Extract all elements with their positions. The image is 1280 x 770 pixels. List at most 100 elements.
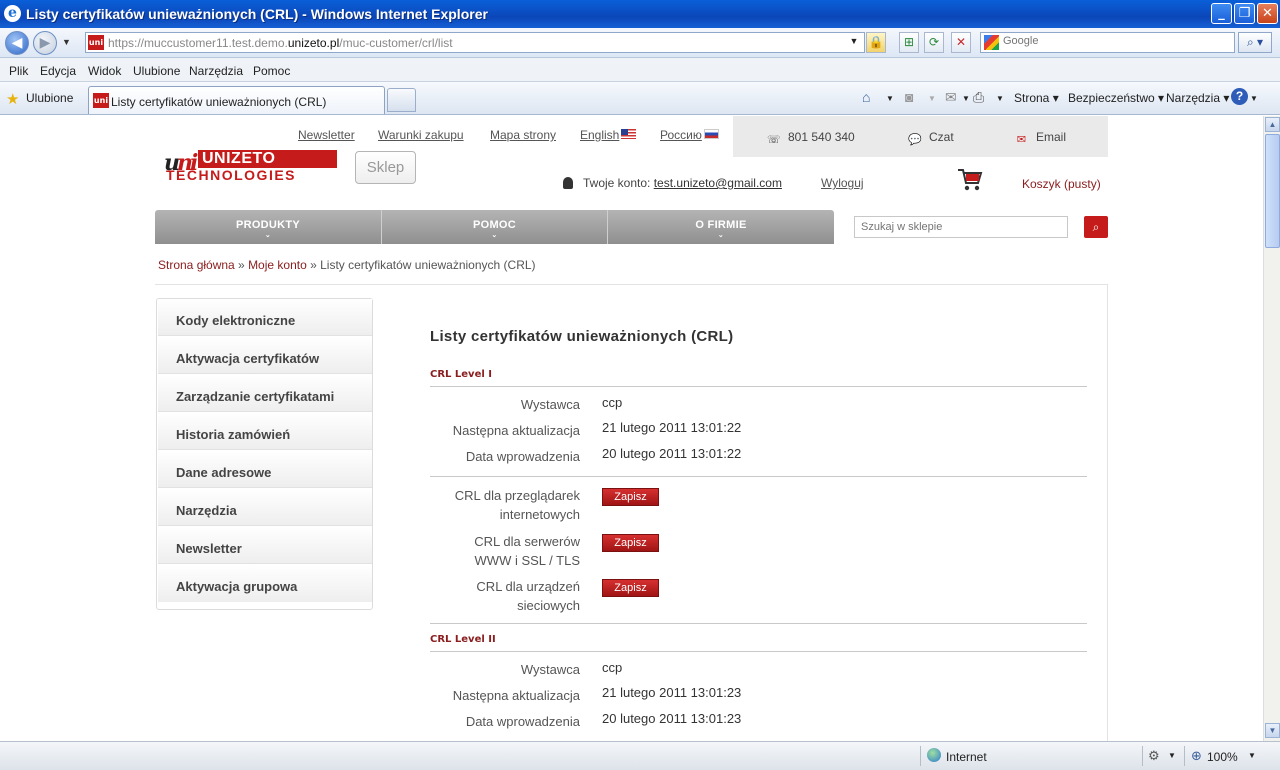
address-field[interactable]: uni https://muccustomer11.test.demo.uniz… (85, 32, 865, 53)
shop-search-button[interactable]: ⌕ (1084, 216, 1108, 238)
sidebar-item-certificate-management[interactable]: Zarządzanie certyfikatami (158, 375, 372, 412)
english-link[interactable]: English (580, 128, 637, 142)
save-crl-browsers-button[interactable]: Zapisz (602, 488, 659, 506)
menu-view[interactable]: Widok (88, 64, 121, 78)
browser-tab[interactable]: uni Listy certyfikatów unieważnionych (C… (88, 86, 385, 114)
status-divider (1184, 746, 1185, 766)
issued-value: 20 lutego 2011 13:01:23 (602, 711, 742, 726)
sitemap-link[interactable]: Mapa strony (490, 128, 556, 142)
print-icon[interactable]: ⎙ (973, 89, 984, 106)
page-menu[interactable]: Strona ▾ (1014, 91, 1059, 105)
menu-help[interactable]: Pomoc (253, 64, 290, 78)
mail-icon[interactable]: ✉ (945, 89, 957, 106)
menu-edit[interactable]: Edycja (40, 64, 76, 78)
shop-search-input[interactable] (854, 216, 1068, 238)
account-info: Twoje konto: test.unizeto@gmail.com (563, 176, 782, 190)
account-email-link[interactable]: test.unizeto@gmail.com (654, 176, 782, 190)
zoom-dropdown-icon[interactable]: ▼ (1248, 751, 1256, 760)
maximize-button[interactable]: ❐ (1234, 3, 1255, 24)
logout-link[interactable]: Wyloguj (821, 176, 864, 190)
protected-mode-icon[interactable]: ⚙ (1148, 748, 1160, 764)
back-button[interactable]: ◀ (5, 31, 29, 55)
sidebar-item-group-activation[interactable]: Aktywacja grupowa (158, 565, 372, 602)
shop-badge[interactable]: Sklep (355, 151, 416, 184)
home-dropdown-icon[interactable]: ▼ (886, 94, 894, 103)
crl-browsers-label: CRL dla przeglądarek internetowych (454, 488, 580, 522)
rss-feed-icon[interactable]: ◙ (905, 89, 913, 105)
russian-link[interactable]: Россию (660, 128, 719, 142)
history-dropdown-icon[interactable]: ▼ (62, 37, 71, 47)
web-search-button[interactable]: ⌕ ▾ (1238, 32, 1272, 53)
help-dropdown-icon[interactable]: ▼ (1250, 94, 1258, 103)
sidebar-item-electronic-codes[interactable]: Kody elektroniczne (158, 299, 372, 336)
menu-file[interactable]: Plik (9, 64, 28, 78)
print-dropdown-icon[interactable]: ▼ (996, 94, 1004, 103)
menu-bar: Plik Edycja Widok Ulubione Narzędzia Pom… (0, 58, 1280, 82)
menu-favorites[interactable]: Ulubione (133, 64, 180, 78)
issued-label: Data wprowadzenia (465, 449, 580, 464)
breadcrumb-home[interactable]: Strona główna (158, 258, 235, 272)
sidebar-item-order-history[interactable]: Historia zamówień (158, 413, 372, 450)
vertical-scrollbar[interactable]: ▲ ▼ (1263, 116, 1280, 741)
zoom-icon[interactable]: ⊕ (1191, 748, 1202, 764)
favorites-star-icon[interactable]: ★ (6, 90, 19, 108)
chat-icon: 💬 (908, 134, 922, 146)
help-icon[interactable]: ? (1231, 88, 1248, 105)
address-url: https://muccustomer11.test.demo.unizeto.… (108, 36, 453, 50)
protected-dropdown-icon[interactable]: ▼ (1168, 751, 1176, 760)
breadcrumb-current: Listy certyfikatów unieważnionych (CRL) (320, 258, 536, 272)
new-tab-button[interactable] (387, 88, 416, 112)
save-crl-devices-button[interactable]: Zapisz (602, 579, 659, 597)
breadcrumb-account[interactable]: Moje konto (248, 258, 307, 272)
menu-tools[interactable]: Narzędzia (189, 64, 243, 78)
web-search-field[interactable] (980, 32, 1235, 53)
home-icon[interactable]: ⌂ (862, 89, 870, 105)
tools-menu[interactable]: Narzędzia ▾ (1166, 91, 1229, 105)
web-search-input[interactable] (1003, 35, 1223, 47)
feed-dropdown-icon[interactable]: ▼ (928, 94, 936, 103)
scroll-down-icon[interactable]: ▼ (1265, 723, 1280, 738)
phone-icon: ☏ (767, 134, 781, 146)
save-crl-servers-button[interactable]: Zapisz (602, 534, 659, 552)
scroll-up-icon[interactable]: ▲ (1265, 117, 1280, 132)
chat-contact[interactable]: 💬 Czat (908, 130, 954, 146)
sidebar-item-tools[interactable]: Narzędzia (158, 489, 372, 526)
nav-products[interactable]: PRODUKTY ⌄ (155, 210, 381, 244)
sidebar-item-certificate-activation[interactable]: Aktywacja certyfikatów (158, 337, 372, 374)
stop-icon[interactable]: ✕ (951, 32, 971, 53)
ssl-lock-icon[interactable]: 🔒 (866, 32, 886, 53)
crl-level-2-title: CRL Level II (430, 634, 496, 645)
issued-value: 20 lutego 2011 13:01:22 (602, 446, 742, 461)
page-title: Listy certyfikatów unieważnionych (CRL) (430, 328, 734, 345)
cart-link[interactable]: Koszyk (pusty) (1022, 177, 1101, 191)
favorites-button[interactable]: Ulubione (26, 91, 73, 105)
refresh-icon[interactable]: ⟳ (924, 32, 944, 53)
minimize-button[interactable]: _ (1211, 3, 1232, 24)
russian-flag-icon (703, 129, 719, 139)
chevron-down-icon: ⌄ (717, 232, 725, 239)
nav-help[interactable]: POMOC ⌄ (382, 210, 607, 244)
status-divider (1142, 746, 1143, 766)
sidebar-item-newsletter[interactable]: Newsletter (158, 527, 372, 564)
logo-subtitle: TECHNOLOGIES (166, 167, 297, 183)
main-navigation: PRODUKTY ⌄ POMOC ⌄ O FIRMIE ⌄ (155, 210, 834, 244)
sidebar-item-address-data[interactable]: Dane adresowe (158, 451, 372, 488)
security-zone: Internet (946, 750, 987, 764)
newsletter-link[interactable]: Newsletter (298, 128, 355, 142)
address-dropdown-icon[interactable]: ▼ (846, 32, 862, 53)
unizeto-logo[interactable]: uni UNIZETO TECHNOLOGIES (164, 150, 339, 184)
phone-contact[interactable]: ☏ 801 540 340 (767, 130, 855, 146)
scroll-thumb[interactable] (1265, 134, 1280, 248)
us-flag-icon (621, 129, 637, 139)
mail-dropdown-icon[interactable]: ▼ (962, 94, 970, 103)
email-contact[interactable]: ✉ Email (1015, 130, 1066, 146)
zoom-level[interactable]: 100% (1207, 750, 1238, 764)
shopping-cart-icon[interactable] (957, 166, 983, 194)
close-button[interactable]: ✕ (1257, 3, 1278, 24)
safety-menu[interactable]: Bezpieczeństwo ▾ (1068, 91, 1164, 105)
compatibility-icon[interactable]: ⊞ (899, 32, 919, 53)
internet-zone-icon (927, 748, 941, 762)
terms-link[interactable]: Warunki zakupu (378, 128, 464, 142)
forward-button[interactable]: ▶ (33, 31, 57, 55)
nav-company[interactable]: O FIRMIE ⌄ (608, 210, 834, 244)
